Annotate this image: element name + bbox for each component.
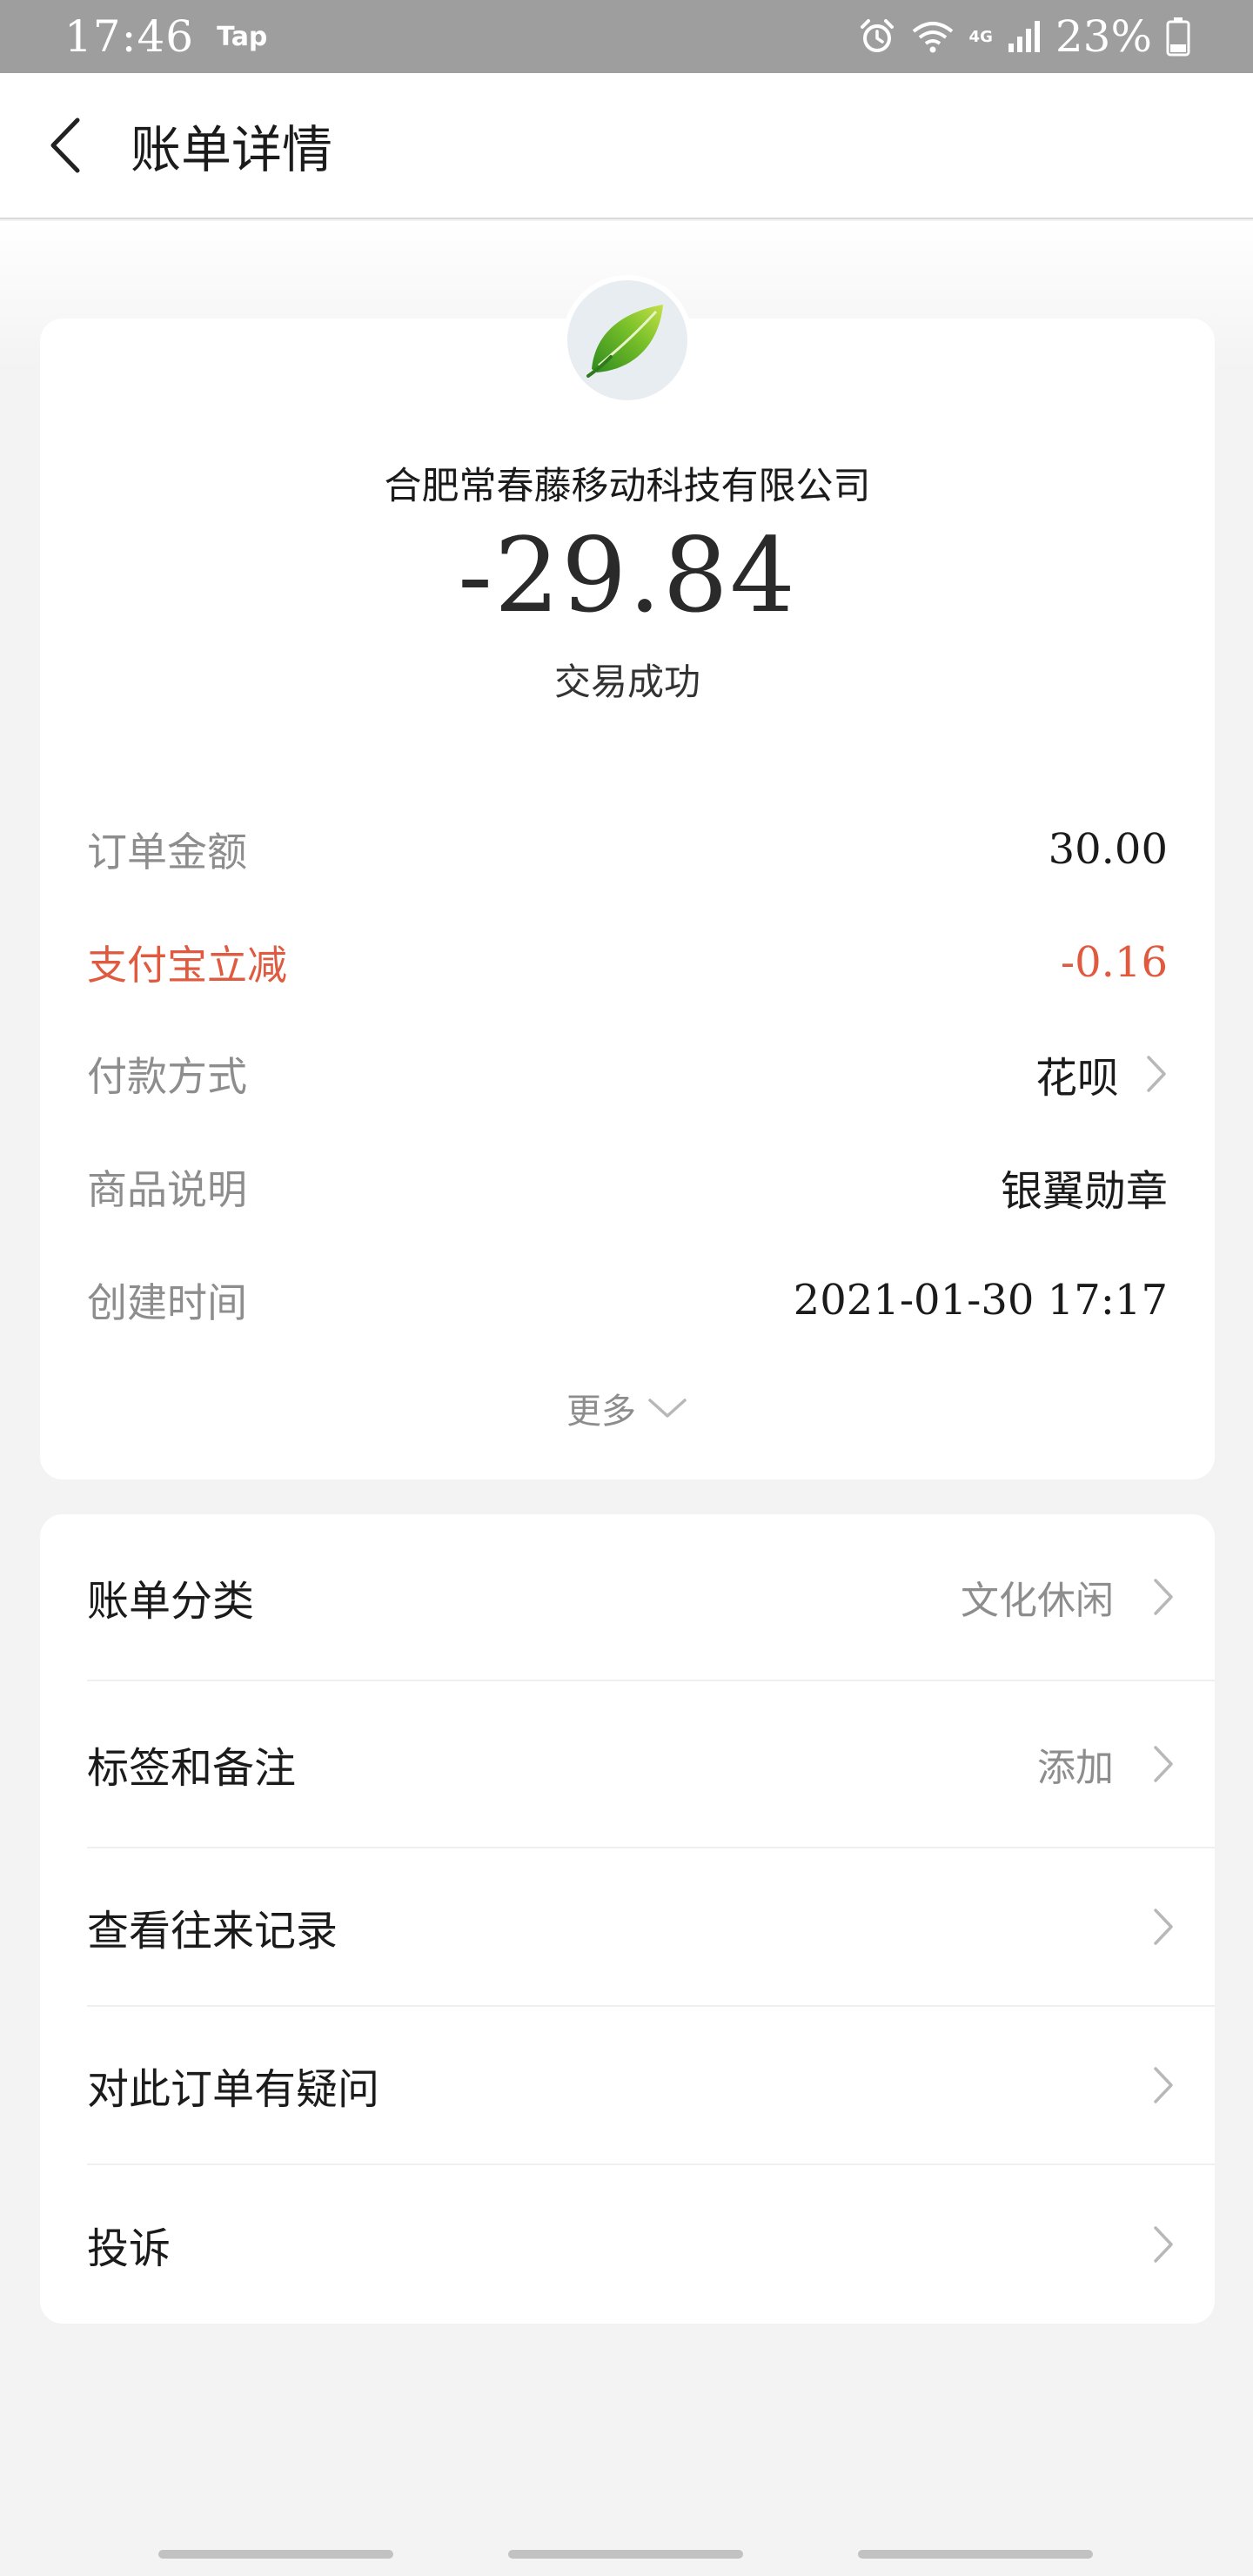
- detail-value: 2021-01-30 17:17: [793, 1276, 1168, 1325]
- detail-label: 付款方式: [87, 1053, 247, 1100]
- detail-row-discount: 支付宝立减 -0.16: [87, 928, 1168, 997]
- battery-percent: 23%: [1055, 11, 1152, 62]
- nav-recents-button[interactable]: [158, 2550, 393, 2559]
- action-label: 对此订单有疑问: [87, 2065, 380, 2114]
- detail-row-payment-method[interactable]: 付款方式 花呗: [87, 1039, 1168, 1109]
- action-value: 文化休闲: [961, 1579, 1114, 1623]
- bill-actions-card: 账单分类 文化休闲 标签和备注 添加 查看往来记录 对此订单有疑问 投诉: [40, 1514, 1215, 2324]
- battery-icon: [1166, 17, 1190, 57]
- back-button[interactable]: [0, 72, 131, 218]
- detail-value: 花呗: [1035, 1054, 1119, 1103]
- chevron-down-icon: [648, 1399, 687, 1418]
- chevron-right-icon: [1154, 1746, 1173, 1782]
- chevron-right-icon: [1154, 1579, 1173, 1615]
- arrow-left-icon: [50, 117, 80, 173]
- detail-value: 银翼勋章: [1000, 1167, 1168, 1216]
- alarm-icon: [860, 19, 894, 52]
- action-label: 账单分类: [87, 1577, 255, 1626]
- chevron-right-icon: [1154, 2226, 1173, 2263]
- bill-amount: -29.84: [458, 515, 797, 635]
- chevron-right-icon: [1147, 1056, 1166, 1092]
- action-tags-notes[interactable]: 标签和备注 添加: [87, 1681, 1215, 1848]
- detail-label: 订单金额: [87, 828, 247, 875]
- chevron-right-icon: [1154, 1909, 1173, 1945]
- more-details-button[interactable]: 更多: [40, 1382, 1215, 1434]
- merchant-name: 合肥常春藤移动科技有限公司: [384, 465, 871, 508]
- network-type: 4G: [968, 27, 993, 46]
- system-nav-bar: [0, 2524, 1253, 2576]
- bill-summary-card: 合肥常春藤移动科技有限公司 -29.84 交易成功 订单金额 30.00 支付宝…: [40, 275, 1215, 1479]
- wifi-icon: [912, 22, 953, 53]
- detail-value: 30.00: [1048, 825, 1168, 874]
- detail-label: 支付宝立减: [87, 942, 287, 989]
- more-label: 更多: [566, 1392, 636, 1432]
- detail-label: 商品说明: [87, 1166, 247, 1213]
- merchant-avatar: [562, 275, 693, 406]
- page-title: 账单详情: [131, 120, 333, 179]
- action-label: 查看往来记录: [87, 1907, 338, 1955]
- nav-back-button[interactable]: [858, 2550, 1093, 2559]
- nav-home-button[interactable]: [508, 2550, 743, 2559]
- detail-row-created-time: 创建时间 2021-01-30 17:17: [87, 1265, 1168, 1335]
- detail-row-product: 商品说明 银翼勋章: [87, 1152, 1168, 1222]
- leaf-icon: [586, 305, 663, 378]
- detail-row-order-amount: 订单金额 30.00: [87, 815, 1168, 884]
- action-complaint[interactable]: 投诉: [87, 2165, 1215, 2324]
- app-header: 账单详情: [0, 73, 1253, 219]
- detail-label: 创建时间: [87, 1279, 247, 1326]
- status-time: 17:46: [64, 11, 195, 62]
- detail-value: -0.16: [1060, 938, 1168, 987]
- notification-app-badge: Tap: [217, 21, 268, 52]
- status-bar: 17:46 Tap 4G 23%: [0, 0, 1253, 73]
- signal-icon: [1008, 21, 1040, 52]
- action-bill-category[interactable]: 账单分类 文化休闲: [87, 1514, 1215, 1681]
- action-view-history[interactable]: 查看往来记录: [87, 1848, 1215, 2007]
- action-value: 添加: [1037, 1746, 1114, 1790]
- transaction-status: 交易成功: [553, 661, 700, 703]
- action-label: 标签和备注: [87, 1744, 297, 1793]
- chevron-right-icon: [1154, 2067, 1173, 2103]
- action-order-question[interactable]: 对此订单有疑问: [87, 2007, 1215, 2165]
- action-label: 投诉: [87, 2224, 171, 2273]
